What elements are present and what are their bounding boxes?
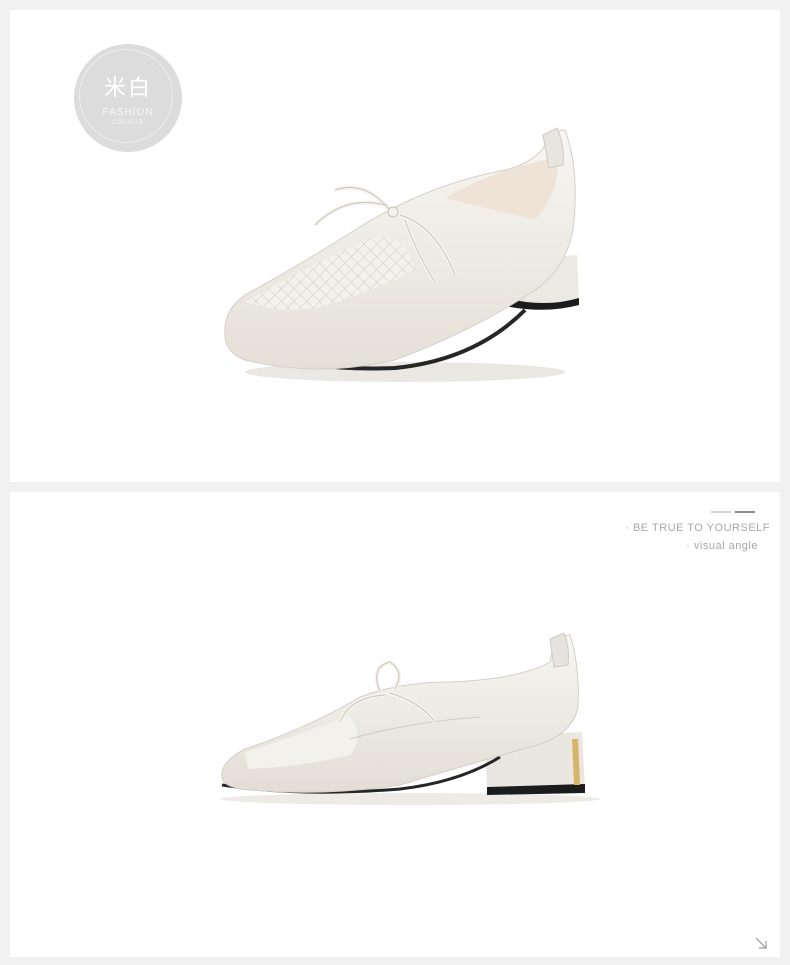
tagline: · BE TRUE TO YOURSELF <box>625 522 770 534</box>
color-badge: 米白 FASHION COLOUR <box>74 44 182 152</box>
tagline-decoration <box>711 511 755 513</box>
arrow-down-right-icon <box>755 937 767 949</box>
badge-subtitle: FASHION <box>102 107 154 118</box>
product-photo-top: 米白 FASHION COLOUR <box>10 10 780 482</box>
product-photo-bottom: · BE TRUE TO YOURSELF · visual angle <box>10 492 780 957</box>
badge-subtitle-small: COLOUR <box>112 120 144 126</box>
badge-color-name: 米白 <box>103 75 152 100</box>
subtagline: · visual angle <box>686 540 758 552</box>
shoe-image-three-quarter <box>224 127 579 382</box>
shoe-image-side <box>220 632 600 805</box>
